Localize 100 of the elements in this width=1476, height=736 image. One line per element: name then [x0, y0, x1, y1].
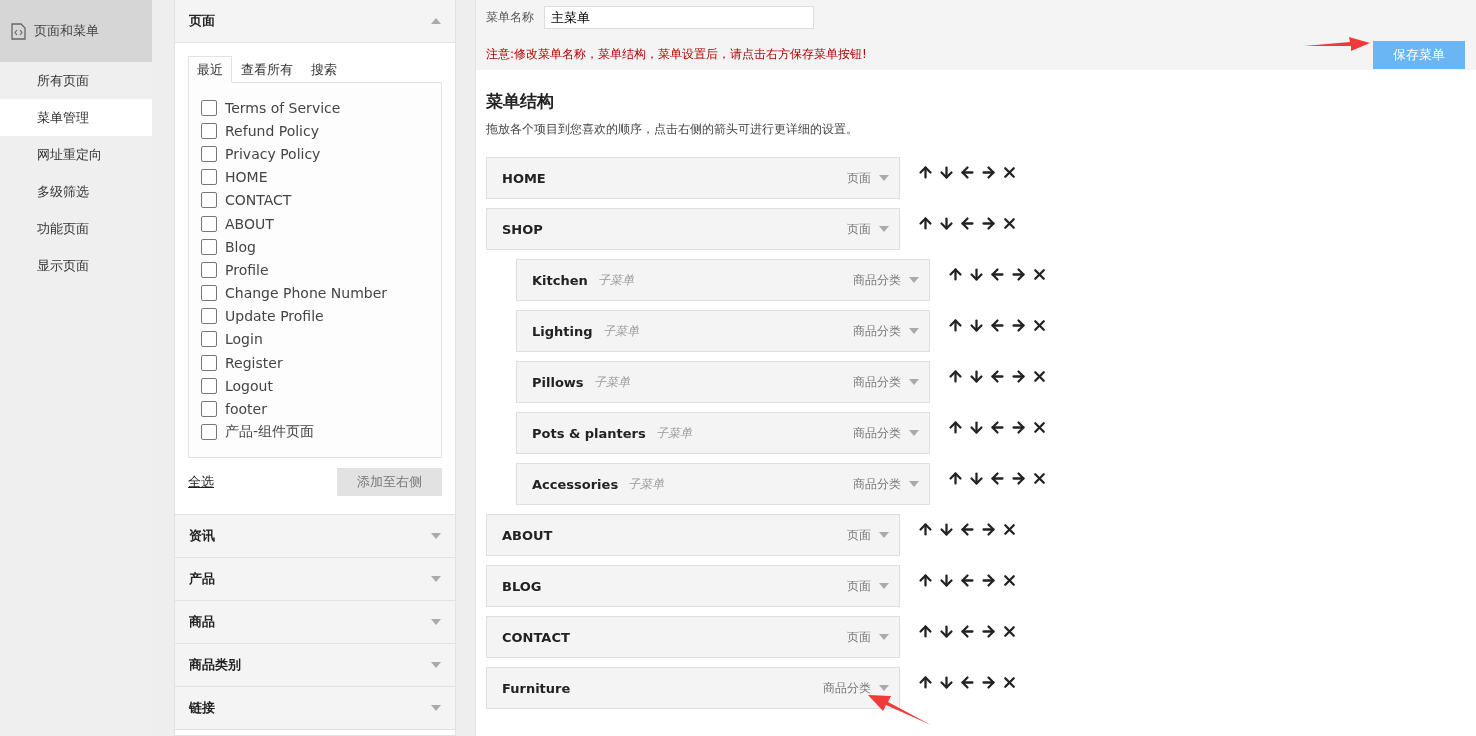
menu-item-bar[interactable]: BLOG 页面: [486, 565, 900, 607]
close-icon[interactable]: [1001, 521, 1018, 538]
arrow-left-icon[interactable]: [989, 470, 1006, 487]
accordion-header[interactable]: 链接: [175, 687, 455, 730]
close-icon[interactable]: [1031, 266, 1048, 283]
arrow-right-icon[interactable]: [980, 215, 997, 232]
section-title: 菜单结构: [486, 90, 555, 113]
menu-item-title: Kitchen: [532, 272, 588, 288]
checkbox[interactable]: [201, 377, 217, 394]
checkbox-label: Blog: [225, 238, 256, 255]
menu-item-type: 商品分类: [853, 475, 901, 493]
arrow-left-icon[interactable]: [989, 317, 1006, 334]
checkbox[interactable]: [201, 261, 217, 278]
menu-item-bar[interactable]: ABOUT 页面: [486, 514, 900, 556]
section-description: 拖放各个项目到您喜欢的顺序，点击右侧的箭头可进行更详细的设置。: [486, 121, 859, 138]
checkbox-label: HOME: [225, 169, 268, 186]
close-icon[interactable]: [1031, 317, 1048, 334]
arrow-down-icon[interactable]: [938, 521, 955, 538]
checkbox[interactable]: [201, 331, 217, 348]
checkbox[interactable]: [201, 122, 217, 139]
close-icon[interactable]: [1001, 215, 1018, 232]
menu-item-title: Accessories: [532, 476, 619, 492]
checkbox[interactable]: [201, 354, 217, 371]
sidebar-item[interactable]: 菜单管理: [0, 99, 152, 136]
checkbox[interactable]: [201, 169, 217, 186]
menu-item-subtitle: 子菜单: [602, 322, 639, 340]
tab[interactable]: 最近: [188, 56, 232, 83]
menu-item-bar[interactable]: HOME 页面: [486, 157, 900, 199]
checkbox[interactable]: [201, 424, 217, 441]
menu-item-bar[interactable]: Furniture 商品分类: [486, 667, 900, 709]
menu-item-bar[interactable]: Accessories 子菜单 商品分类: [516, 463, 930, 505]
menu-item-bar[interactable]: CONTACT 页面: [486, 616, 900, 658]
arrow-right-icon[interactable]: [1010, 419, 1027, 436]
tab[interactable]: 查看所有: [232, 56, 302, 83]
accordion-title: 商品类别: [189, 656, 241, 674]
menu-item-title: SHOP: [502, 221, 543, 237]
arrow-left-icon[interactable]: [959, 164, 976, 181]
checkbox[interactable]: [201, 308, 217, 325]
menu-item-bar[interactable]: Pillows 子菜单 商品分类: [516, 361, 930, 403]
checkbox[interactable]: [201, 99, 217, 116]
checkbox[interactable]: [201, 215, 217, 232]
arrow-down-icon[interactable]: [938, 572, 955, 589]
close-icon[interactable]: [1031, 368, 1048, 385]
accordion-header[interactable]: 商品: [175, 601, 455, 644]
arrow-down-icon[interactable]: [938, 623, 955, 640]
menu-item-type: 页面: [847, 169, 871, 187]
close-icon[interactable]: [1001, 164, 1018, 181]
close-icon[interactable]: [1001, 674, 1018, 691]
code-file-icon: [11, 22, 26, 40]
arrow-right-icon[interactable]: [980, 164, 997, 181]
accordion-header[interactable]: 资讯: [175, 515, 455, 558]
menu-item-title: HOME: [502, 170, 546, 186]
arrow-right-icon[interactable]: [1010, 317, 1027, 334]
menu-item-bar[interactable]: Kitchen 子菜单 商品分类: [516, 259, 930, 301]
accordion-title: 产品: [189, 570, 215, 588]
sidebar-header-label: 页面和菜单: [34, 22, 99, 40]
menu-item-title: Pots & planters: [532, 425, 646, 441]
checkbox-label: Profile: [225, 261, 269, 278]
arrow-right-icon[interactable]: [980, 521, 997, 538]
checkbox[interactable]: [201, 401, 217, 418]
arrow-left-icon[interactable]: [989, 419, 1006, 436]
menu-item-type: 商品分类: [853, 373, 901, 391]
menu-item-type: 商品分类: [823, 679, 871, 697]
accordion-header[interactable]: 产品: [175, 558, 455, 601]
arrow-right-icon[interactable]: [980, 572, 997, 589]
close-icon[interactable]: [1001, 623, 1018, 640]
menu-item-bar[interactable]: SHOP 页面: [486, 208, 900, 250]
arrow-right-icon[interactable]: [980, 674, 997, 691]
arrow-right-icon[interactable]: [1010, 266, 1027, 283]
arrow-down-icon[interactable]: [938, 674, 955, 691]
arrow-right-icon[interactable]: [1010, 470, 1027, 487]
checkbox-label: Update Profile: [225, 308, 324, 325]
arrow-right-icon[interactable]: [980, 623, 997, 640]
menu-name-field[interactable]: 主菜单: [544, 6, 814, 29]
checkbox[interactable]: [201, 145, 217, 162]
checkbox[interactable]: [201, 192, 217, 209]
checkbox-label: Refund Policy: [225, 122, 319, 139]
menu-item-subtitle: 子菜单: [628, 475, 665, 493]
tab[interactable]: 搜索: [302, 56, 346, 83]
arrow-left-icon[interactable]: [989, 368, 1006, 385]
checkbox[interactable]: [201, 238, 217, 255]
close-icon[interactable]: [1031, 470, 1048, 487]
checkbox[interactable]: [201, 285, 217, 302]
arrow-left-icon[interactable]: [959, 215, 976, 232]
checkbox-label: CONTACT: [225, 192, 292, 209]
menu-item-title: BLOG: [502, 578, 542, 594]
close-icon[interactable]: [1031, 419, 1048, 436]
arrow-left-icon[interactable]: [989, 266, 1006, 283]
close-icon[interactable]: [1001, 572, 1018, 589]
menu-item-bar[interactable]: Pots & planters 子菜单 商品分类: [516, 412, 930, 454]
accordion-header[interactable]: 商品类别: [175, 644, 455, 687]
menu-item-bar[interactable]: Lighting 子菜单 商品分类: [516, 310, 930, 352]
accordion-header[interactable]: 页面: [175, 0, 455, 43]
accordion-title: 资讯: [189, 527, 215, 545]
arrow-right-icon[interactable]: [1010, 368, 1027, 385]
accordion-title: 商品: [189, 613, 215, 631]
add-to-right-button[interactable]: 添加至右侧: [337, 468, 442, 496]
checkbox-label: ABOUT: [225, 215, 274, 232]
select-all-link[interactable]: 全选: [188, 473, 214, 491]
menu-item-title: Lighting: [532, 323, 593, 339]
